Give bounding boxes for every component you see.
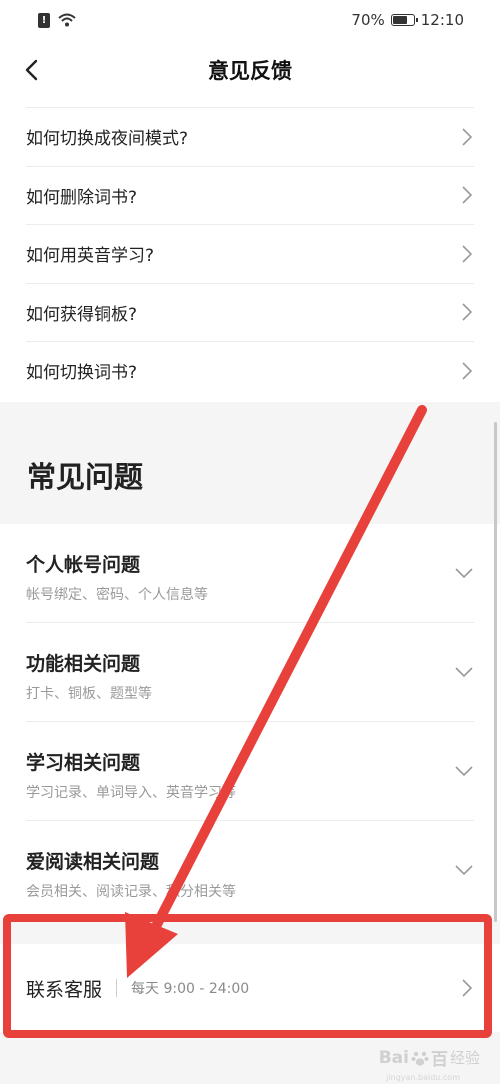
category-title: 学习相关问题 [26, 752, 141, 774]
battery-icon [390, 14, 418, 26]
faq-list: 如何切换成夜间模式? 如何删除词书? 如何用英音学习? 如何获得铜板? 如何切换… [0, 107, 500, 400]
contact-service-row[interactable]: 联系客服 每天 9:00 - 24:00 [0, 944, 500, 1032]
chevron-right-icon [462, 128, 473, 146]
status-left: ! [38, 12, 76, 28]
watermark-brand-end: 百 [430, 1050, 448, 1070]
chevron-down-icon [455, 568, 473, 579]
chevron-down-icon [455, 766, 473, 777]
contact-service-hours: 每天 9:00 - 24:00 [131, 981, 250, 997]
faq-item[interactable]: 如何获得铜板? [26, 282, 474, 342]
section-title: 常见问题 [27, 460, 144, 494]
status-bar: ! 70% 12:10 [0, 0, 500, 40]
chevron-down-icon [455, 865, 473, 876]
chevron-right-icon [462, 362, 473, 380]
faq-item-label: 如何获得铜板? [26, 304, 138, 325]
category-list: 个人帐号问题 帐号绑定、密码、个人信息等 功能相关问题 打卡、铜板、题型等 学习… [0, 524, 500, 920]
nav-bar: 意见反馈 [0, 40, 500, 100]
watermark-sub: 经验 [449, 1049, 480, 1067]
category-title: 个人帐号问题 [26, 554, 141, 576]
wifi-icon [58, 13, 76, 27]
faq-item[interactable]: 如何切换词书? [26, 341, 474, 400]
status-right: 70% 12:10 [351, 11, 464, 29]
faq-item[interactable]: 如何切换成夜间模式? [26, 107, 474, 166]
chevron-down-icon [455, 667, 473, 678]
scrollbar[interactable] [494, 422, 497, 922]
separator-band [0, 920, 500, 944]
category-subtitle: 帐号绑定、密码、个人信息等 [26, 587, 208, 603]
paw-icon [411, 1051, 429, 1066]
faq-item-label: 如何切换成夜间模式? [26, 129, 189, 150]
page-title: 意见反馈 [208, 59, 292, 83]
category-subtitle: 会员相关、阅读记录、积分相关等 [26, 884, 236, 900]
watermark-brand: Bai [378, 1047, 409, 1068]
category-item[interactable]: 功能相关问题 打卡、铜板、题型等 [26, 623, 474, 722]
faq-item-label: 如何删除词书? [26, 187, 138, 208]
faq-item-label: 如何切换词书? [26, 363, 138, 384]
chevron-right-icon [462, 303, 473, 321]
faq-item[interactable]: 如何用英音学习? [26, 224, 474, 283]
faq-item[interactable]: 如何删除词书? [26, 165, 474, 225]
chevron-right-icon [462, 979, 473, 997]
faq-item-label: 如何用英音学习? [26, 246, 155, 267]
clock: 12:10 [420, 11, 464, 29]
chevron-right-icon [462, 245, 473, 263]
back-chevron-icon[interactable] [20, 58, 44, 82]
category-item[interactable]: 个人帐号问题 帐号绑定、密码、个人信息等 [26, 524, 474, 623]
contact-service-label: 联系客服 [26, 978, 103, 1001]
contact-divider [116, 979, 118, 997]
category-title: 功能相关问题 [26, 653, 141, 675]
watermark-url: jingyan.baidu.com [386, 1073, 460, 1082]
category-item[interactable]: 爱阅读相关问题 会员相关、阅读记录、积分相关等 [26, 821, 474, 920]
category-title: 爱阅读相关问题 [26, 851, 160, 873]
category-item[interactable]: 学习相关问题 学习记录、单词导入、英音学习等 [26, 722, 474, 821]
battery-fill [392, 16, 407, 24]
sim-alert-icon: ! [38, 12, 50, 28]
baidu-watermark: Bai 百 经验 [378, 1045, 480, 1071]
category-subtitle: 打卡、铜板、题型等 [26, 686, 152, 702]
battery-percent: 70% [351, 11, 385, 29]
chevron-right-icon [462, 186, 473, 204]
category-subtitle: 学习记录、单词导入、英音学习等 [26, 785, 236, 801]
